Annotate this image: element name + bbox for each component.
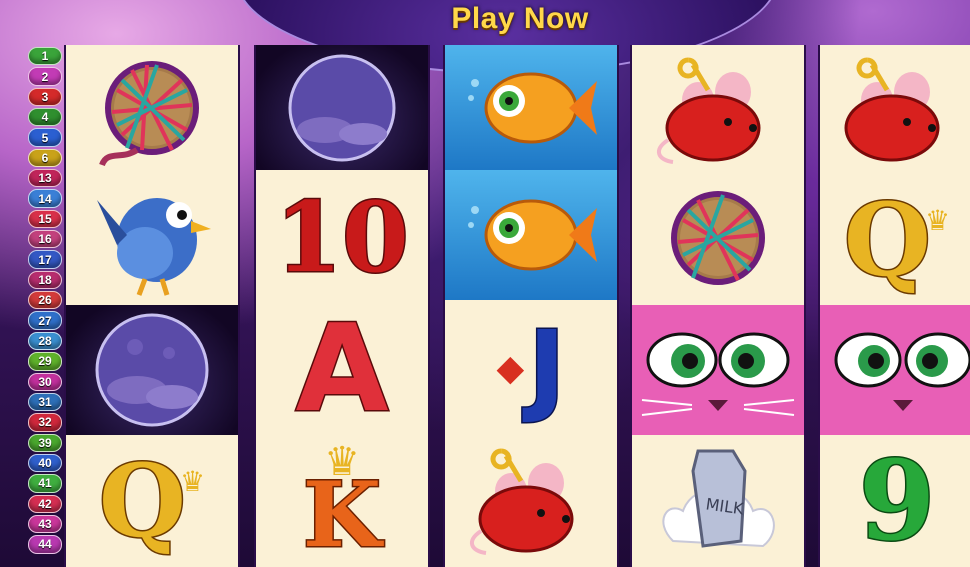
payline-indicator[interactable]: 29 [28, 352, 62, 371]
symbol-milk: MILK [632, 435, 804, 567]
payline-indicator[interactable]: 26 [28, 291, 62, 310]
payline-indicator[interactable]: 30 [28, 372, 62, 391]
payline-indicator[interactable]: 27 [28, 311, 62, 330]
payline-indicator[interactable]: 1 [28, 47, 62, 66]
payline-indicator[interactable]: 18 [28, 270, 62, 290]
nine-symbol: 9 [857, 436, 937, 565]
symbol-yarn-ball [632, 175, 804, 305]
jack-symbol: J [527, 308, 567, 426]
payline-indicator[interactable]: 41 [28, 474, 62, 493]
symbol-king: ♛ K [256, 435, 428, 567]
miss-kitty-icon [641, 332, 795, 416]
king-symbol: K [301, 462, 382, 567]
goldfish-icon [468, 72, 597, 143]
payline-indicator[interactable]: 6 [28, 148, 62, 168]
symbol-yarn-ball [66, 45, 238, 175]
reel-2: 10 A ♛ K [254, 45, 430, 567]
wind-up-mouse-icon [470, 448, 574, 555]
payline-indicator[interactable]: 15 [28, 209, 62, 229]
symbol-mouse [820, 45, 970, 175]
payline-indicator[interactable]: 28 [28, 331, 62, 351]
moon-icon [95, 313, 209, 427]
payline-indicator[interactable]: 42 [28, 494, 62, 513]
goldfish-icon [468, 199, 597, 271]
payline-indicator[interactable]: 3 [28, 87, 62, 107]
symbol-nine: 9 [820, 435, 970, 567]
payline-indicator[interactable]: 32 [28, 413, 62, 432]
symbol-ten: 10 [256, 170, 428, 305]
milk-carton-icon: MILK [662, 449, 775, 548]
symbol-bird [66, 175, 238, 305]
payline-indicator[interactable]: 5 [28, 128, 62, 147]
symbol-jack: ◆ J [445, 300, 617, 435]
reel-1: Q ♛ [64, 45, 240, 567]
diamond-icon: ◆ [496, 346, 525, 388]
payline-indicator[interactable]: 16 [28, 230, 62, 249]
payline-indicator[interactable]: 17 [28, 250, 62, 269]
payline-indicator[interactable]: 2 [28, 67, 62, 86]
yarn-ball-icon [671, 191, 765, 285]
reel-4: MILK [630, 45, 806, 567]
payline-indicator[interactable]: 39 [28, 433, 62, 452]
symbol-goldfish [445, 170, 617, 300]
payline-indicator[interactable]: 44 [28, 535, 62, 554]
symbol-queen: Q ♛ [66, 435, 238, 567]
crown-icon: ♛ [180, 465, 206, 497]
symbol-mouse [632, 45, 804, 175]
ace-symbol: A [294, 300, 390, 439]
moon-icon [288, 54, 396, 161]
payline-indicator[interactable]: 4 [28, 108, 62, 127]
reel-5: Q ♛ 9 [818, 45, 970, 567]
crown-icon: ♛ [925, 204, 951, 236]
wind-up-mouse-icon [844, 57, 940, 162]
payline-indicator[interactable]: 43 [28, 514, 62, 534]
queen-symbol: Q [842, 181, 932, 299]
symbol-queen: Q ♛ [820, 175, 970, 305]
symbol-goldfish [445, 45, 617, 170]
symbol-moon [66, 305, 238, 435]
symbol-ace: A [256, 305, 428, 435]
symbol-miss-kitty [820, 305, 970, 435]
play-now-button[interactable]: Play Now [400, 2, 640, 36]
yarn-ball-icon [99, 61, 199, 167]
queen-symbol: Q [97, 442, 187, 560]
ten-symbol: 10 [274, 180, 411, 294]
payline-indicator[interactable]: 14 [28, 189, 62, 208]
bird-icon [97, 198, 211, 296]
payline-indicators: 1 2 3 4 5 6 13 14 15 16 17 18 26 27 28 29 30 31 32 39 40 41 42… [28, 47, 64, 556]
payline-indicator[interactable]: 40 [28, 453, 62, 473]
miss-kitty-icon [834, 332, 970, 411]
payline-indicator[interactable]: 31 [28, 392, 62, 412]
symbol-miss-kitty [632, 305, 804, 435]
symbol-mouse [445, 435, 617, 567]
reel-3: ◆ J [443, 45, 619, 567]
wind-up-mouse-icon [657, 57, 761, 164]
symbol-moon [256, 45, 428, 170]
payline-indicator[interactable]: 13 [28, 169, 62, 188]
